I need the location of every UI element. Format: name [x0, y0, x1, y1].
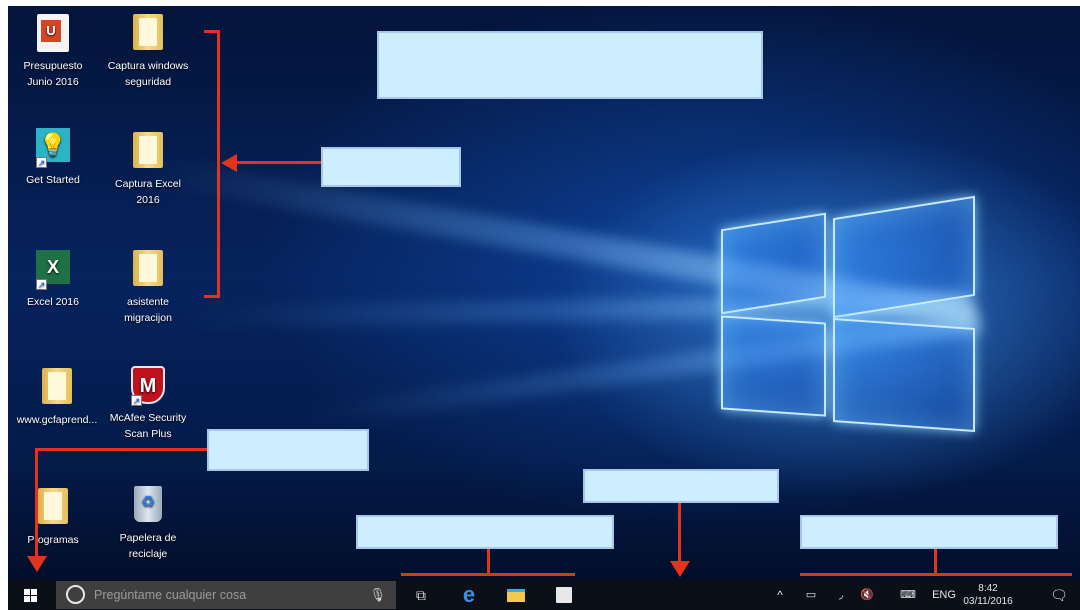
callout-box-start — [207, 429, 369, 471]
bracket-line — [204, 295, 220, 298]
desktop-icon-gcfaprende[interactable]: www.gcfaprend... — [8, 368, 106, 428]
windows-logo-wallpaper — [721, 191, 976, 441]
desktop-icon-label: www.gcfaprend... — [16, 414, 98, 426]
desktop-icon-captura-windows[interactable]: Captura windows seguridad — [103, 14, 193, 90]
desktop-icon-recycle-bin[interactable]: Papelera de reciclaje — [103, 486, 193, 562]
recycle-bin-icon — [134, 486, 162, 522]
language-indicator[interactable]: ENG — [928, 580, 960, 610]
shortcut-arrow-icon: ↗ — [36, 157, 47, 168]
clock-time: 8:42 — [978, 583, 998, 594]
desktop-icon-label: Papelera de reciclaje — [119, 532, 177, 560]
bracket-line — [934, 549, 937, 575]
cortana-search-box[interactable]: Pregúntame cualquier cosa 🎙 — [56, 581, 396, 609]
callout-box-notification-area — [800, 515, 1058, 549]
desktop-icon-asistente[interactable]: asistente migracijon — [103, 250, 193, 326]
folder-icon — [133, 14, 163, 50]
start-button[interactable] — [8, 580, 54, 610]
arrow-down-icon — [27, 556, 47, 572]
callout-box-pinned-apps — [356, 515, 614, 549]
microphone-icon[interactable]: 🎙 — [369, 581, 386, 609]
clock[interactable]: 8:42 03/11/2016 — [958, 582, 1018, 608]
desktop-icon-label: Captura windows seguridad — [107, 60, 189, 88]
clock-date: 03/11/2016 — [963, 596, 1013, 607]
edge-icon[interactable]: e — [451, 580, 487, 610]
desktop-icon-presupuesto[interactable]: U Presupuesto Junio 2016 — [8, 14, 98, 90]
taskbar: Pregúntame cualquier cosa 🎙 ⧉ e ^ ▭ ◞ 🔇 … — [8, 580, 1080, 610]
bracket-line — [487, 549, 490, 575]
arrow-down-icon — [670, 561, 690, 577]
shortcut-arrow-icon: ↗ — [131, 395, 142, 406]
keyboard-icon[interactable]: ⌨ — [892, 580, 924, 610]
bracket-line — [217, 30, 220, 298]
bracket-line — [800, 573, 1072, 576]
arrow-line — [35, 448, 207, 451]
arrow-left-icon — [221, 154, 237, 172]
desktop-icon-label: asistente migracijon — [124, 296, 172, 324]
desktop-icon-mcafee[interactable]: M ↗ McAfee Security Scan Plus — [103, 366, 193, 442]
folder-icon — [38, 488, 68, 524]
callout-box-taskbar — [583, 469, 779, 503]
arrow-line — [678, 503, 681, 563]
desktop-icon-programas[interactable]: Programas — [8, 488, 98, 548]
callout-box-icons — [321, 147, 461, 187]
battery-icon[interactable]: ▭ — [800, 580, 822, 610]
file-explorer-icon[interactable] — [498, 580, 534, 610]
desktop-icon-get-started[interactable]: 💡 ↗ Get Started — [8, 128, 98, 188]
pdf-document-icon: U — [37, 14, 69, 52]
arrow-line — [35, 448, 38, 558]
folder-icon — [42, 368, 72, 404]
shortcut-arrow-icon: ↗ — [36, 279, 47, 290]
desktop-screen: U Presupuesto Junio 2016 Captura windows… — [8, 6, 1080, 610]
desktop-icon-label: Programas — [27, 534, 79, 546]
search-placeholder: Pregúntame cualquier cosa — [94, 588, 247, 602]
volume-muted-icon[interactable]: 🔇 — [856, 580, 878, 610]
folder-icon — [133, 132, 163, 168]
desktop-icon-label: Excel 2016 — [27, 296, 79, 308]
task-view-icon[interactable]: ⧉ — [403, 580, 439, 610]
desktop-icon-label: McAfee Security Scan Plus — [109, 412, 187, 440]
desktop-icon-label: Get Started — [26, 174, 80, 186]
network-icon[interactable]: ◞ — [830, 580, 852, 610]
action-center-icon[interactable]: 🗨 — [1044, 580, 1074, 610]
chevron-up-icon[interactable]: ^ — [770, 580, 790, 610]
bracket-line — [401, 573, 575, 576]
cortana-icon — [66, 585, 85, 604]
callout-box-title — [377, 31, 763, 99]
store-icon[interactable] — [546, 580, 582, 610]
folder-icon — [133, 250, 163, 286]
desktop-icon-captura-excel[interactable]: Captura Excel 2016 — [103, 132, 193, 208]
desktop-icon-label: Captura Excel 2016 — [115, 178, 181, 206]
arrow-line — [236, 161, 321, 164]
desktop-icon-label: Presupuesto Junio 2016 — [23, 60, 83, 88]
desktop-icon-excel[interactable]: X ↗ Excel 2016 — [8, 250, 98, 310]
